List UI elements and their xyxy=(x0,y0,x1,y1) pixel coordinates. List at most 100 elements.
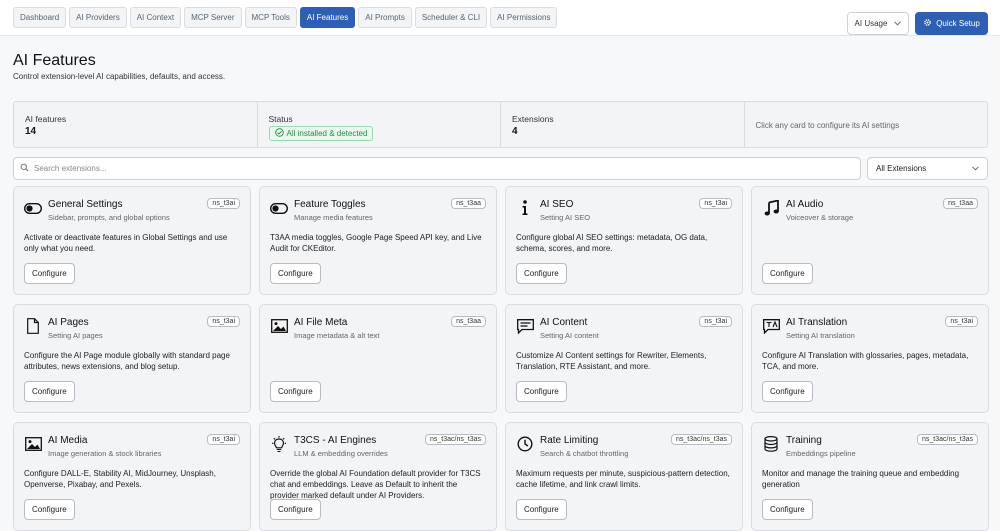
gear-icon xyxy=(923,18,932,29)
feature-card-general-settings[interactable]: General Settings Sidebar, prompts, and gl… xyxy=(13,186,251,295)
stat-features-value: 14 xyxy=(25,126,37,137)
card-subtitle: Voiceover & storage xyxy=(786,213,854,222)
tab-mcp-tools[interactable]: MCP Tools xyxy=(244,7,297,28)
status-badge: All installed & detected xyxy=(268,126,374,141)
configure-button[interactable]: Configure xyxy=(516,381,567,402)
card-description: Configure AI Translation with glossaries… xyxy=(762,351,969,371)
chevron-down-icon xyxy=(972,164,979,173)
feature-card-rate-limiting[interactable]: Rate Limiting Search & chatbot throttling… xyxy=(505,422,743,531)
tab-scheduler-cli[interactable]: Scheduler & CLI xyxy=(414,7,488,28)
card-title: AI Pages xyxy=(48,317,89,328)
card-title: Rate Limiting xyxy=(540,435,599,446)
feature-card-feature-toggles[interactable]: Feature Toggles Manage media features ns_t… xyxy=(259,186,497,295)
search-input[interactable]: Search extensions... xyxy=(13,157,861,180)
configure-button[interactable]: Configure xyxy=(762,263,813,284)
tab-ai-context[interactable]: AI Context xyxy=(129,7,182,28)
feature-card-ai-pages[interactable]: AI Pages Setting AI pages ns_t3ai Configure… xyxy=(13,304,251,413)
status-badge-label: All installed & detected xyxy=(286,129,368,138)
tab-ai-prompts[interactable]: AI Prompts xyxy=(358,7,412,28)
card-subtitle: Setting AI translation xyxy=(786,331,855,340)
ai-usage-label: AI Usage xyxy=(854,19,888,28)
search-placeholder: Search extensions... xyxy=(34,164,107,173)
ai-usage-dropdown[interactable]: AI Usage xyxy=(847,12,909,35)
stat-status: Status All installed & detected xyxy=(258,102,501,147)
card-description: Monitor and manage the training queue an… xyxy=(762,469,960,489)
card-description: Override the global AI Foundation defaul… xyxy=(270,469,481,500)
configure-button[interactable]: Configure xyxy=(762,499,813,520)
card-description: T3AA media toggles, Google Page Speed AP… xyxy=(270,233,482,253)
tab-ai-permissions[interactable]: AI Permissions xyxy=(490,7,558,28)
card-description: Configure the AI Page module globally wi… xyxy=(24,351,230,371)
toggle-icon xyxy=(24,200,42,216)
card-subtitle: Setting AI content xyxy=(540,331,599,340)
card-title: AI Media xyxy=(48,435,88,446)
feature-card-ai-file-meta[interactable]: AI File Meta Image metadata & alt text ns_… xyxy=(259,304,497,413)
page-icon xyxy=(24,318,42,334)
card-description: Activate or deactivate features in Globa… xyxy=(24,233,228,253)
tab-ai-features[interactable]: AI Features xyxy=(299,7,356,28)
tab-mcp-server[interactable]: MCP Server xyxy=(184,7,242,28)
configure-button[interactable]: Configure xyxy=(270,381,321,402)
card-title: T3CS - AI Engines xyxy=(294,435,377,446)
feature-card-ai-content[interactable]: AI Content Setting AI content ns_t3ai Custo… xyxy=(505,304,743,413)
top-navigation: Dashboard AI Providers AI Context MCP Serve… xyxy=(0,0,1000,36)
card-subtitle: Setting AI SEO xyxy=(540,213,591,222)
stats-bar: AI features 14 Status All installed & de… xyxy=(13,101,988,148)
stat-features: AI features 14 xyxy=(14,102,258,147)
configure-button[interactable]: Configure xyxy=(762,381,813,402)
quick-setup-button[interactable]: Quick Setup xyxy=(915,12,988,35)
card-description: Configure DALL-E, Stability AI, MidJourn… xyxy=(24,469,216,489)
feature-card-t3cs-ai-engines[interactable]: T3CS - AI Engines LLM & embedding overrid… xyxy=(259,422,497,531)
card-title: General Settings xyxy=(48,199,123,210)
extension-key-badge: ns_t3ai xyxy=(699,316,732,327)
configure-button[interactable]: Configure xyxy=(516,263,567,284)
feature-card-training[interactable]: Training Embeddings pipeline ns_t3ac/ns_t3… xyxy=(751,422,989,531)
music-note-icon xyxy=(762,200,780,216)
card-subtitle: LLM & embedding overrides xyxy=(294,449,388,458)
chat-icon xyxy=(516,318,534,334)
tab-dashboard[interactable]: Dashboard xyxy=(13,7,67,28)
configure-button[interactable]: Configure xyxy=(24,381,75,402)
extension-filter-select[interactable]: All Extensions xyxy=(867,157,988,180)
extension-key-badge: ns_t3ai xyxy=(207,316,240,327)
lightbulb-icon xyxy=(270,435,288,452)
configure-button[interactable]: Configure xyxy=(24,263,75,284)
quick-setup-label: Quick Setup xyxy=(936,19,980,28)
card-subtitle: Image generation & stock libraries xyxy=(48,449,162,458)
image-icon xyxy=(24,436,42,452)
search-icon xyxy=(20,163,29,174)
info-icon xyxy=(516,200,534,216)
configure-button[interactable]: Configure xyxy=(270,499,321,520)
extension-key-badge: ns_t3ac/ns_t3as xyxy=(671,434,732,445)
extension-key-badge: ns_t3aa xyxy=(451,316,486,327)
extension-key-badge: ns_t3ai xyxy=(945,316,978,327)
stat-hint: Click any card to configure its AI setti… xyxy=(745,102,988,147)
feature-card-ai-translation[interactable]: AI Translation Setting AI translation ns_t… xyxy=(751,304,989,413)
extension-key-badge: ns_t3ai xyxy=(699,198,732,209)
stat-hint-text: Click any card to configure its AI setti… xyxy=(755,121,900,130)
card-subtitle: Search & chatbot throttling xyxy=(540,449,629,458)
image-icon xyxy=(270,318,288,334)
extension-key-badge: ns_t3ac/ns_t3as xyxy=(425,434,486,445)
card-title: AI Audio xyxy=(786,199,824,210)
stat-status-label: Status xyxy=(268,114,293,124)
feature-card-ai-media[interactable]: AI Media Image generation & stock librari… xyxy=(13,422,251,531)
module-tabs: Dashboard AI Providers AI Context MCP Serve… xyxy=(13,7,558,28)
card-subtitle: Image metadata & alt text xyxy=(294,331,380,340)
database-icon xyxy=(762,436,780,452)
card-title: Feature Toggles xyxy=(294,199,366,210)
configure-button[interactable]: Configure xyxy=(516,499,567,520)
feature-card-grid: General Settings Sidebar, prompts, and gl… xyxy=(13,186,989,531)
configure-button[interactable]: Configure xyxy=(270,263,321,284)
card-title: AI Content xyxy=(540,317,588,328)
feature-card-ai-seo[interactable]: AI SEO Setting AI SEO ns_t3ai Configure glo… xyxy=(505,186,743,295)
feature-card-ai-audio[interactable]: AI Audio Voiceover & storage ns_t3aa Config… xyxy=(751,186,989,295)
card-title: AI Translation xyxy=(786,317,848,328)
tab-ai-providers[interactable]: AI Providers xyxy=(69,7,127,28)
clock-icon xyxy=(516,436,534,452)
configure-button[interactable]: Configure xyxy=(24,499,75,520)
stat-extensions-value: 4 xyxy=(512,126,518,137)
card-title: Training xyxy=(786,435,822,446)
card-description: Customize AI Content settings for Rewrit… xyxy=(516,351,707,371)
filter-selected-value: All Extensions xyxy=(876,164,927,173)
